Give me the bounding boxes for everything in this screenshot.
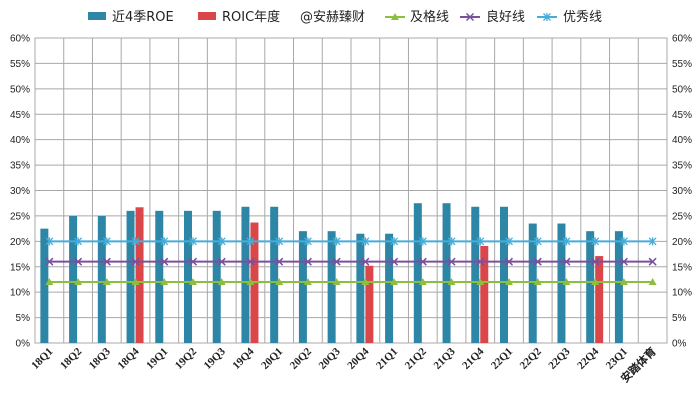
bar-roe	[356, 233, 365, 343]
legend-swatch-roic	[198, 12, 216, 20]
legend-label-roic: ROIC年度	[222, 9, 280, 25]
y-tick-label-left: 55%	[10, 59, 30, 70]
y-tick-label-left: 0%	[16, 339, 31, 350]
x-tick-label: 18Q1	[29, 346, 55, 372]
bar-roic	[135, 207, 144, 343]
bar-roe	[385, 233, 394, 343]
bar-roe	[97, 215, 106, 343]
y-tick-label-left: 20%	[10, 237, 30, 248]
legend-annotation: @安赫臻财	[300, 10, 365, 25]
legend-label-roe: 近4季ROE	[112, 10, 174, 25]
y-tick-label-left: 35%	[10, 161, 30, 172]
roe-roic-chart: 0% 0% 5% 5% 10% 10% 15% 15% 20% 20% 25% 25% 30% 30% 35…	[10, 9, 692, 385]
y-tick-label-right: 0%	[672, 339, 687, 350]
x-tick-label: 18Q2	[58, 345, 85, 372]
y-tick-label-left: 30%	[10, 186, 30, 197]
bar-roe	[270, 206, 279, 343]
bar-roe	[69, 215, 78, 343]
bar-roe	[126, 210, 135, 343]
legend-label-excellent: 优秀线	[563, 10, 602, 25]
x-tick-label: 19Q1	[144, 346, 170, 372]
y-tick-label-left: 45%	[10, 110, 30, 121]
y-tick-label-left: 15%	[10, 262, 30, 273]
x-tick-label: 21Q2	[403, 345, 430, 372]
y-tick-label-right: 55%	[672, 59, 692, 70]
x-tick-label: 22Q3	[546, 345, 573, 372]
y-tick-label-left: 50%	[10, 84, 30, 95]
legend-swatch-roe	[88, 12, 106, 20]
y-tick-label-right: 35%	[672, 161, 692, 172]
bar-roe	[212, 210, 221, 343]
x-tick-label: 20Q2	[288, 345, 315, 372]
x-tick-label: 21Q3	[431, 345, 458, 372]
y-tick-label-right: 50%	[672, 84, 692, 95]
bar-roe	[471, 206, 480, 343]
legend-label-good: 良好线	[486, 9, 525, 25]
x-tick-label: 21Q1	[374, 346, 400, 372]
y-tick-label-left: 60%	[10, 34, 30, 45]
legend-label-pass: 及格线	[410, 9, 449, 25]
y-tick-label-right: 25%	[672, 211, 692, 222]
x-tick-label: 18Q3	[87, 345, 114, 372]
bar-roe	[184, 210, 192, 343]
bar-roic	[595, 256, 604, 343]
x-tick-label: 19Q2	[173, 345, 200, 372]
bar-roe	[500, 206, 508, 343]
x-tick-label: 20Q4	[345, 345, 372, 372]
y-tick-label-right: 5%	[672, 313, 687, 324]
y-tick-label-left: 40%	[10, 135, 30, 146]
x-tick-label: 22Q1	[489, 346, 515, 372]
y-tick-label-right: 20%	[672, 237, 692, 248]
bar-roe	[298, 231, 307, 343]
x-tick-label: 19Q3	[202, 345, 229, 372]
y-tick-label-right: 15%	[672, 262, 692, 273]
x-tick-label: 18Q4	[115, 345, 142, 372]
y-tick-label-left: 25%	[10, 211, 30, 222]
chart-container: 0% 0% 5% 5% 10% 10% 15% 15% 20% 20% 25% 25% 30% 30% 35…	[0, 0, 700, 415]
bar-roe	[155, 210, 164, 343]
bar-roe	[40, 228, 49, 343]
bar-roe	[241, 206, 250, 343]
bar-roe	[586, 231, 595, 343]
y-tick-label-right: 40%	[672, 135, 692, 146]
bar-roe	[614, 231, 623, 343]
y-tick-label-right: 30%	[672, 186, 692, 197]
y-tick-label-right: 10%	[672, 288, 692, 299]
x-tick-label: 22Q2	[518, 345, 545, 372]
x-tick-label: 20Q3	[317, 345, 344, 372]
y-tick-label-right: 60%	[672, 34, 692, 45]
x-tick-label: 20Q1	[259, 346, 285, 372]
bar-roe	[442, 203, 451, 343]
y-tick-label-left: 5%	[16, 313, 31, 324]
x-tick-label: 21Q4	[460, 345, 487, 372]
x-tick-label: 22Q4	[575, 345, 602, 372]
y-tick-label-right: 45%	[672, 110, 692, 121]
bar-roe	[413, 203, 422, 343]
bar-roe	[327, 231, 336, 343]
x-tick-label: 23Q1	[604, 346, 630, 372]
x-tick-label: 19Q4	[230, 345, 257, 372]
y-tick-label-left: 10%	[10, 288, 30, 299]
bar-roic	[365, 265, 374, 343]
